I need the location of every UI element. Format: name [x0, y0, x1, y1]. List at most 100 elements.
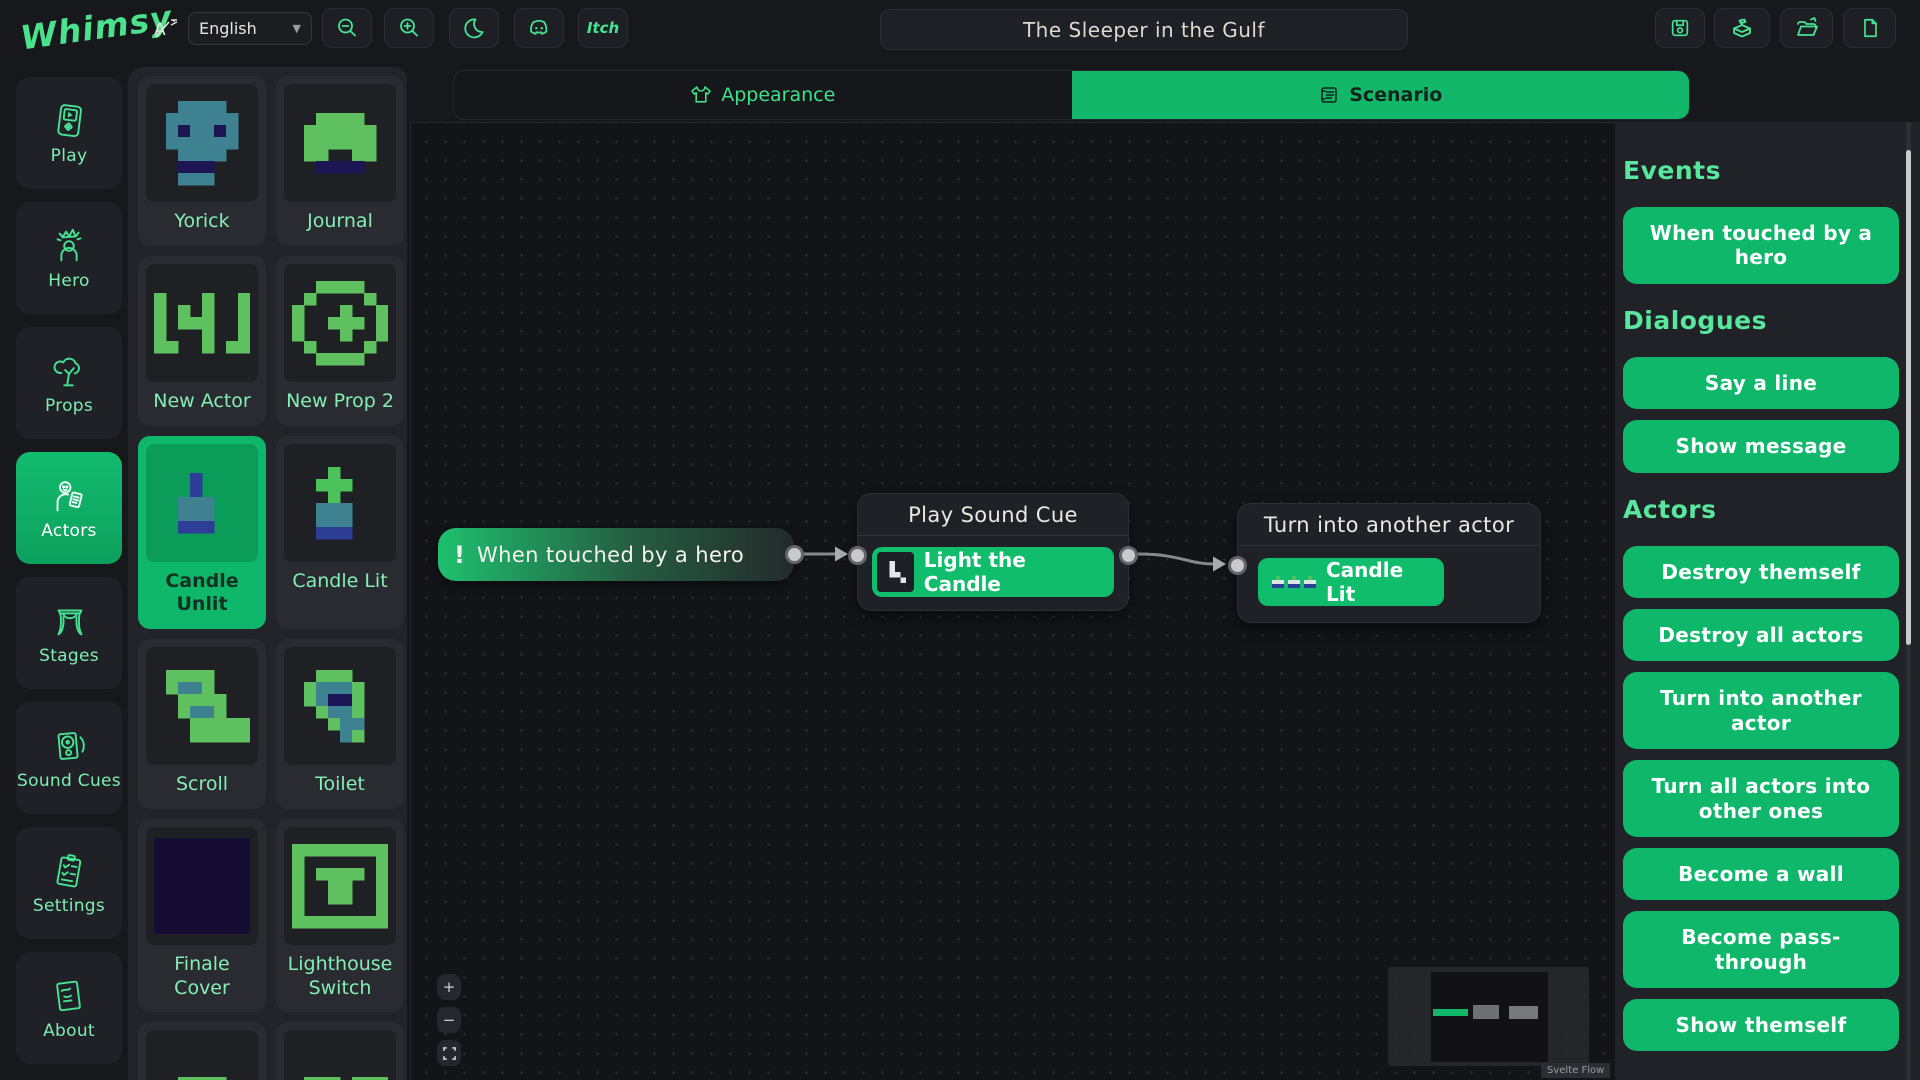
block-button-turn-into-another-actor[interactable]: Turn into another actor	[1623, 672, 1899, 749]
tree-icon	[46, 350, 92, 392]
node-title: Turn into another actor	[1238, 504, 1540, 546]
sidebar-item-label: Stages	[39, 646, 99, 666]
zoom-in-button[interactable]	[384, 8, 434, 48]
target-actor-button[interactable]: Candle Lit	[1258, 558, 1444, 606]
zoom-out-button[interactable]	[322, 8, 372, 48]
tab-appearance-label: Appearance	[721, 84, 835, 106]
save-button[interactable]	[1655, 8, 1705, 48]
block-button-destroy-themself[interactable]: Destroy themself	[1623, 546, 1899, 598]
actor-card-yorick[interactable]: Yorick	[138, 76, 266, 246]
actor-card-candle-lit[interactable]: Candle Lit	[276, 436, 404, 630]
candle-sprite-chip	[877, 552, 914, 592]
project-title-input[interactable]: The Sleeper in the Gulf	[880, 9, 1408, 50]
fit-view-icon	[443, 1047, 456, 1060]
sidebar-item-label: Play	[51, 146, 88, 166]
actor-name: Yorick	[146, 202, 258, 240]
block-button-become-a-wall[interactable]: Become a wall	[1623, 848, 1899, 900]
block-palette-panel: EventsWhen touched by a heroDialoguesSay…	[1615, 122, 1920, 1080]
language-value: English	[199, 19, 257, 38]
sidebar-item-props[interactable]: Props	[16, 327, 122, 439]
tab-scenario-label: Scenario	[1349, 84, 1442, 106]
actor-card-toilet[interactable]: Toilet	[276, 639, 404, 809]
actor-card-finale-cover[interactable]: Finale Cover	[138, 819, 266, 1013]
node-play-sound-cue[interactable]: Play Sound Cue Light the Candle	[857, 493, 1129, 611]
sidebar-item-about[interactable]: About	[16, 952, 122, 1064]
chevron-down-icon: ▼	[293, 22, 301, 35]
canvas-zoom-in-button[interactable]: +	[437, 974, 461, 1000]
shirt-icon	[690, 84, 712, 106]
actor-sprite-scroll	[146, 647, 258, 765]
actor-card-new-prop-2[interactable]: New Prop 2	[276, 256, 404, 426]
section-heading-actors: Actors	[1623, 495, 1898, 524]
svelte-flow-attribution[interactable]: Svelte Flow	[1541, 1063, 1610, 1078]
blank-page-icon	[1859, 17, 1881, 39]
open-project-button[interactable]	[1780, 8, 1833, 48]
sidebar-item-actors[interactable]: Actors	[16, 452, 122, 564]
block-button-become-pass-through[interactable]: Become pass-through	[1623, 911, 1899, 988]
zoom-out-icon	[335, 16, 359, 40]
actor-card-lighthouse-switch[interactable]: Lighthouse Switch	[276, 819, 404, 1013]
flow-minimap[interactable]	[1388, 967, 1589, 1066]
discord-button[interactable]	[514, 8, 564, 48]
node-when-touched-by-hero[interactable]: ! When touched by a hero	[438, 528, 794, 581]
sidebar-item-label: Actors	[41, 521, 96, 541]
fit-view-button[interactable]	[437, 1040, 461, 1066]
scenario-flow-canvas[interactable]: ! When touched by a hero Play Sound Cue …	[410, 122, 1615, 1080]
minimap-node-turn	[1509, 1006, 1538, 1019]
sidebar-item-settings[interactable]: Settings	[16, 827, 122, 939]
actor-card-journal[interactable]: Journal	[276, 76, 404, 246]
actor-card-candle-unlit[interactable]: Candle Unlit	[138, 436, 266, 630]
sidebar-item-sound-cues[interactable]: Sound Cues	[16, 702, 122, 814]
sidebar-item-label: Settings	[33, 896, 105, 916]
section-heading-dialogues: Dialogues	[1623, 306, 1898, 335]
sidebar-item-stages[interactable]: Stages	[16, 577, 122, 689]
new-file-button[interactable]	[1843, 8, 1896, 48]
actor-sprite-journal	[284, 84, 396, 202]
tab-scenario[interactable]: Scenario	[1072, 71, 1690, 119]
tab-appearance[interactable]: Appearance	[454, 71, 1072, 119]
actor-card-partial[interactable]	[138, 1022, 266, 1080]
block-button-destroy-all-actors[interactable]: Destroy all actors	[1623, 609, 1899, 661]
three-candles-sprite	[1272, 574, 1316, 590]
dark-mode-button[interactable]	[449, 8, 499, 48]
block-button-show-message[interactable]: Show message	[1623, 420, 1899, 472]
sidebar-item-label: Hero	[48, 271, 89, 291]
block-button-say-a-line[interactable]: Say a line	[1623, 357, 1899, 409]
itch-button[interactable]: Itch	[578, 8, 628, 48]
actor-card-new-actor[interactable]: New Actor	[138, 256, 266, 426]
moon-icon	[462, 16, 486, 40]
actor-library-panel: Yorick Journal New Actor New Prop 2 Candle U…	[128, 67, 407, 1080]
language-select[interactable]: English ▼	[188, 12, 312, 45]
source-handle[interactable]	[1119, 546, 1138, 565]
edge-arrow-icon	[1213, 557, 1226, 572]
block-button-when-touched-by-a-hero[interactable]: When touched by a hero	[1623, 207, 1899, 284]
target-handle[interactable]	[848, 546, 867, 565]
sidebar-item-hero[interactable]: Hero	[16, 202, 122, 314]
actor-sprite-candle-lit	[284, 444, 396, 562]
block-button-show-themself[interactable]: Show themself	[1623, 999, 1899, 1051]
sidebar-item-label: Sound Cues	[17, 771, 121, 791]
actor-icon	[46, 475, 92, 517]
sound-cue-button[interactable]: Light the Candle	[872, 547, 1114, 597]
scrollbar-thumb[interactable]	[1906, 150, 1911, 645]
actor-grid: YorickJournalNew ActorNew Prop 2Candle U…	[138, 76, 397, 1080]
actor-sprite-lighthouse-switch	[284, 827, 396, 945]
actor-name: New Actor	[146, 382, 258, 420]
export-build-button[interactable]	[1714, 8, 1770, 48]
actor-name: Candle Unlit	[146, 562, 258, 624]
actor-card-partial[interactable]	[276, 1022, 404, 1080]
source-handle[interactable]	[785, 545, 804, 564]
sidebar-item-play[interactable]: Play	[16, 77, 122, 189]
target-handle[interactable]	[1228, 556, 1247, 575]
actor-sprite-partial-b	[284, 1030, 396, 1080]
speaker-icon	[46, 725, 92, 767]
canvas-zoom-out-button[interactable]: −	[437, 1007, 461, 1033]
svg-text:A: A	[154, 20, 166, 40]
node-title: Play Sound Cue	[858, 494, 1128, 536]
event-node-label: When touched by a hero	[477, 543, 744, 567]
node-turn-into-another-actor[interactable]: Turn into another actor Candle Lit	[1237, 503, 1541, 623]
block-button-turn-all-actors-into-other-ones[interactable]: Turn all actors into other ones	[1623, 760, 1899, 837]
hero-icon	[46, 225, 92, 267]
actor-card-scroll[interactable]: Scroll	[138, 639, 266, 809]
canvas-zoom-controls: + −	[437, 974, 461, 1066]
